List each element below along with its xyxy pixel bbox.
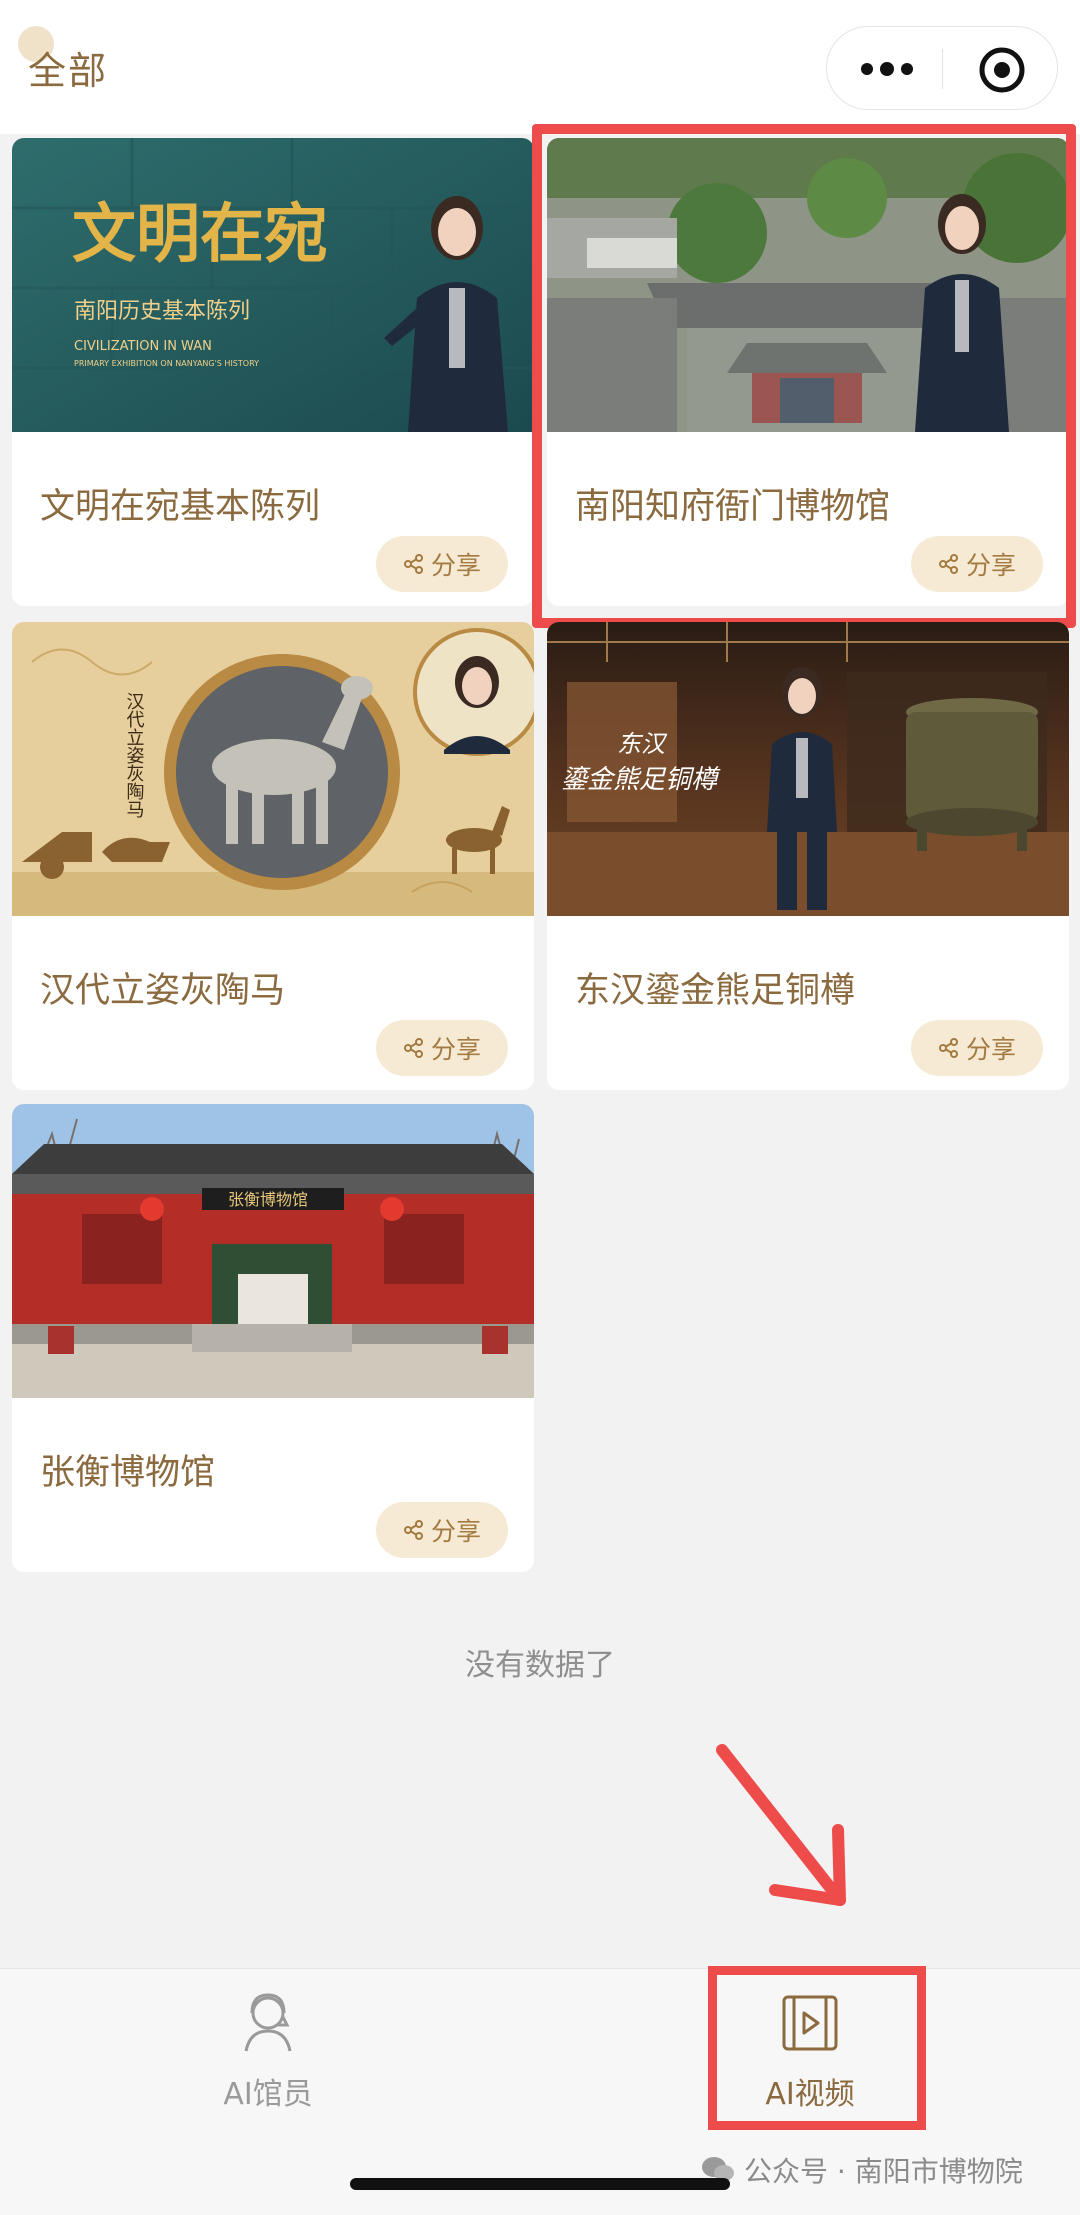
watermark: 公众号 · 南阳市博物院 xyxy=(700,2150,1023,2190)
share-button[interactable]: 分享 xyxy=(376,536,508,592)
share-button[interactable]: 分享 xyxy=(376,1502,508,1558)
annotation-arrow-icon xyxy=(716,1744,846,1906)
share-icon xyxy=(403,554,423,574)
top-bar: 全部 xyxy=(0,0,1080,134)
video-thumbnail[interactable]: 汉代立姿灰陶马 xyxy=(12,622,534,916)
share-label: 分享 xyxy=(430,1517,481,1546)
thumb-en-text: CIVILIZATION IN WAN xyxy=(74,339,212,354)
share-label: 分享 xyxy=(430,1035,481,1064)
share-icon xyxy=(403,1038,423,1058)
video-card[interactable]: 汉代立姿灰陶马 汉代立姿灰陶马 分享 xyxy=(12,622,534,1090)
annotation-highlight-box xyxy=(532,124,1076,628)
video-card[interactable]: 张衡博物馆 张衡博物馆 分享 xyxy=(12,1104,534,1572)
bronze-vessel xyxy=(906,698,1038,851)
thumb-en-subtext: PRIMARY EXHIBITION ON NANYANG'S HISTORY xyxy=(74,359,259,368)
share-icon xyxy=(938,1038,958,1058)
thumb-vertical-text: 汉代立姿灰陶马 xyxy=(124,692,145,819)
tab-label: AI馆员 xyxy=(223,2077,313,2112)
share-button[interactable]: 分享 xyxy=(376,1020,508,1076)
thumb-main-text: 文明在宛 xyxy=(72,197,328,272)
card-title: 东汉鎏金熊足铜樽 xyxy=(575,971,856,1011)
tab-ai-curator[interactable]: AI馆员 xyxy=(158,1989,378,2139)
list-end-text: 没有数据了 xyxy=(465,1648,615,1683)
share-button[interactable]: 分享 xyxy=(911,1020,1043,1076)
home-indicator xyxy=(350,2178,730,2190)
close-target-icon[interactable] xyxy=(977,45,1027,95)
video-card[interactable]: 文明在宛 南阳历史基本陈列 CIVILIZATION IN WAN PRIMAR… xyxy=(12,138,534,606)
card-title: 汉代立姿灰陶马 xyxy=(40,971,286,1011)
video-thumbnail[interactable]: 文明在宛 南阳历史基本陈列 CIVILIZATION IN WAN PRIMAR… xyxy=(12,138,534,432)
video-card[interactable]: 东汉 鎏金熊足铜樽 东汉鎏金熊足铜樽 分享 xyxy=(547,622,1069,1090)
card-title: 张衡博物馆 xyxy=(40,1453,216,1493)
share-icon xyxy=(403,1520,423,1540)
thumb-sign-text: 张衡博物馆 xyxy=(228,1190,308,1209)
video-thumbnail[interactable]: 东汉 鎏金熊足铜樽 xyxy=(547,622,1069,916)
share-label: 分享 xyxy=(965,1035,1016,1064)
annotation-tab-highlight-box xyxy=(708,1966,926,2130)
page-title: 全部 xyxy=(28,49,109,93)
share-label: 分享 xyxy=(430,551,481,580)
mini-program-capsule xyxy=(826,26,1058,110)
video-thumbnail[interactable]: 张衡博物馆 xyxy=(12,1104,534,1398)
more-icon[interactable] xyxy=(857,57,917,81)
thumb-text-line1: 东汉 xyxy=(617,730,668,758)
capsule-divider xyxy=(942,49,943,89)
watermark-text: 公众号 · 南阳市博物院 xyxy=(744,2155,1023,2188)
curator-icon xyxy=(244,1993,292,2052)
card-title: 文明在宛基本陈列 xyxy=(40,487,321,527)
thumb-sub-text: 南阳历史基本陈列 xyxy=(74,299,250,324)
thumb-text-line2: 鎏金熊足铜樽 xyxy=(561,765,721,795)
